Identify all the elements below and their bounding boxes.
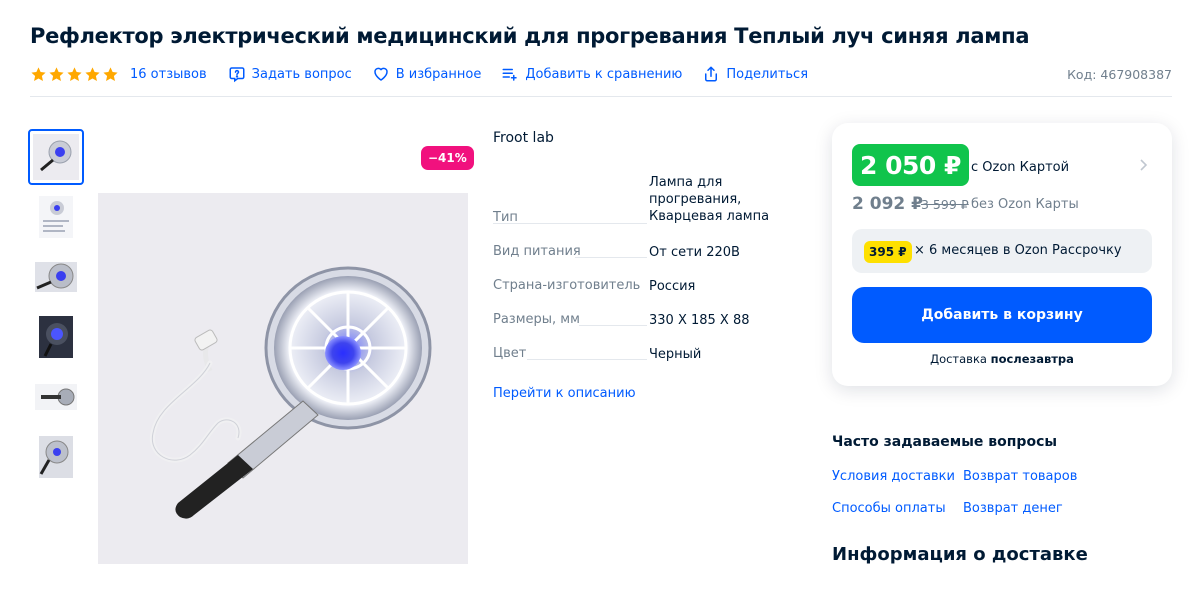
delivery-info-title: Информация о доставке bbox=[832, 544, 1088, 565]
go-to-description-link[interactable]: Перейти к описанию bbox=[493, 386, 636, 401]
main-product-image[interactable] bbox=[98, 193, 468, 564]
spec-key: Цвет bbox=[493, 346, 527, 361]
spec-value: От сети 220В bbox=[649, 245, 740, 260]
spec-divider bbox=[575, 257, 647, 258]
spec-value: Лампа для прогревания, Кварцевая лампа bbox=[649, 175, 770, 224]
star-icon bbox=[85, 66, 100, 81]
share-icon bbox=[705, 66, 718, 82]
heart-icon bbox=[374, 67, 388, 81]
lamp-thumbnail-image bbox=[33, 134, 79, 180]
installment-amount-badge: 395 ₽ bbox=[864, 241, 912, 263]
delivery-prefix: Доставка bbox=[930, 352, 987, 366]
brand-name[interactable]: Froot lab bbox=[493, 130, 554, 146]
spec-divider bbox=[579, 325, 647, 326]
faq-link-returns[interactable]: Возврат товаров bbox=[963, 469, 1077, 484]
lamp-thumbnail-image bbox=[39, 316, 73, 358]
spec-key: Вид питания bbox=[493, 244, 581, 259]
ask-question-button[interactable]: Задать вопрос bbox=[228, 65, 352, 83]
old-price: 3 599 ₽ bbox=[921, 197, 969, 212]
delivery-info: Доставка послезавтра bbox=[832, 352, 1172, 366]
product-actions-bar: 16 отзывов Задать вопрос В избранное Доб… bbox=[30, 63, 1172, 85]
favorites-label: В избранное bbox=[395, 66, 482, 82]
installment-offer[interactable]: 395 ₽ × 6 месяцев в Ozon Рассрочку bbox=[852, 229, 1152, 273]
spec-divider bbox=[527, 359, 647, 360]
add-to-cart-button[interactable]: Добавить в корзину bbox=[852, 287, 1152, 343]
header-divider bbox=[30, 96, 1172, 97]
faq-link-refunds[interactable]: Возврат денег bbox=[963, 501, 1063, 516]
share-label: Поделиться bbox=[726, 66, 809, 82]
faq-title: Часто задаваемые вопросы bbox=[832, 434, 1058, 450]
thumbnail-item[interactable] bbox=[28, 249, 84, 305]
star-icon bbox=[31, 66, 46, 81]
discount-badge: −41% bbox=[421, 146, 474, 170]
spec-key: Страна-изготовитель bbox=[493, 278, 641, 293]
share-button[interactable]: Поделиться bbox=[702, 65, 808, 83]
star-icon bbox=[67, 66, 82, 81]
compare-list-icon bbox=[502, 68, 518, 81]
rating-stars[interactable] bbox=[30, 66, 119, 83]
installment-text: × 6 месяцев в Ozon Рассрочку bbox=[914, 243, 1122, 258]
spec-divider bbox=[493, 223, 647, 224]
lamp-thumbnail-image bbox=[39, 436, 73, 478]
add-to-favorites-button[interactable]: В избранное bbox=[372, 65, 482, 83]
star-icon bbox=[49, 66, 64, 81]
thumbnail-item[interactable] bbox=[28, 189, 84, 245]
lamp-thumbnail-image bbox=[39, 196, 73, 238]
compare-label: Добавить к сравнению bbox=[525, 66, 683, 82]
regular-price-caption: без Ozon Карты bbox=[971, 197, 1079, 212]
lamp-thumbnail-image bbox=[35, 384, 77, 410]
product-title: Рефлектор электрический медицинский для … bbox=[30, 24, 1030, 48]
thumbnail-item[interactable] bbox=[28, 309, 84, 365]
star-icon bbox=[103, 66, 118, 81]
thumbnail-item[interactable] bbox=[28, 369, 84, 425]
ask-question-label: Задать вопрос bbox=[251, 66, 352, 82]
ozon-card-price[interactable]: 2 050 ₽ bbox=[852, 144, 969, 186]
thumbnail-item[interactable] bbox=[28, 429, 84, 485]
lamp-thumbnail-image bbox=[35, 262, 77, 292]
reviews-link[interactable]: 16 отзывов bbox=[130, 67, 207, 82]
spec-key: Размеры, мм bbox=[493, 312, 580, 327]
add-to-compare-button[interactable]: Добавить к сравнению bbox=[501, 65, 682, 83]
ozon-card-caption: с Ozon Картой bbox=[971, 160, 1070, 175]
question-bubble-icon bbox=[229, 67, 245, 83]
faq-link-delivery-terms[interactable]: Условия доставки bbox=[832, 469, 955, 484]
reflector-lamp-image bbox=[98, 193, 468, 564]
chevron-right-icon[interactable] bbox=[1137, 158, 1149, 172]
spec-value: Россия bbox=[649, 279, 696, 294]
delivery-date: послезавтра bbox=[990, 352, 1074, 366]
thumbnail-item[interactable] bbox=[28, 129, 84, 185]
regular-price: 2 092 ₽ bbox=[852, 194, 923, 214]
faq-link-payment-methods[interactable]: Способы оплаты bbox=[832, 501, 946, 516]
product-code: Код: 467908387 bbox=[1067, 66, 1172, 82]
spec-value: 330 X 185 X 88 bbox=[649, 313, 750, 328]
price-card: 2 050 ₽ с Ozon Картой 2 092 ₽ 3 599 ₽ бе… bbox=[832, 123, 1172, 386]
spec-value: Черный bbox=[649, 347, 702, 362]
